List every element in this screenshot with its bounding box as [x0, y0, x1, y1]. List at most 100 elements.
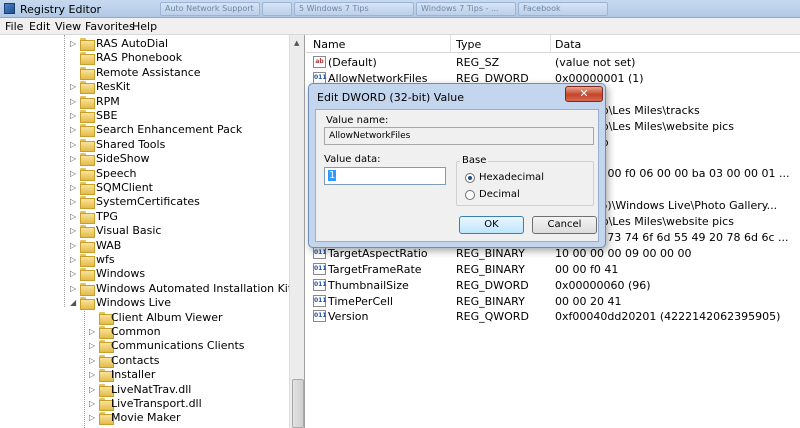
background-tab-4[interactable]: Windows 7 Tips - ... [416, 2, 516, 16]
menu-help[interactable]: Help [132, 20, 157, 33]
expand-arrow-icon[interactable]: ▷ [70, 212, 78, 221]
tree-item[interactable]: ▷ TPG [0, 210, 289, 224]
tree-item[interactable]: ▷ RAS AutoDial [0, 37, 289, 51]
background-tab-5[interactable]: Facebook [518, 2, 608, 16]
tree-item[interactable]: Remote Assistance [0, 66, 289, 80]
tree-item[interactable]: ▷ Shared Tools [0, 138, 289, 152]
tree-item[interactable]: ◢ Windows Live [0, 296, 289, 311]
tree-item-label[interactable]: Windows Automated Installation Kit [96, 282, 292, 295]
background-tab-2[interactable] [262, 2, 292, 16]
tree-item-label[interactable]: Windows [96, 267, 145, 280]
tree-item-label[interactable]: Client Album Viewer [111, 311, 222, 324]
cancel-button[interactable]: Cancel [532, 216, 597, 234]
expand-arrow-icon[interactable] [89, 314, 97, 322]
tree-item-label[interactable]: Windows Live [96, 296, 171, 309]
tree-item[interactable]: ▷ SideShow [0, 152, 289, 167]
tree-item-label[interactable]: SQMClient [96, 181, 153, 194]
tree-item-label[interactable]: Communications Clients [111, 339, 245, 352]
tree-item[interactable]: ▷ WAB [0, 239, 289, 253]
close-button[interactable]: ✕ [565, 86, 603, 102]
tree-item-label[interactable]: LiveTransport.dll [111, 397, 202, 410]
tree-item[interactable]: ▷ wfs [0, 253, 289, 267]
expand-arrow-icon[interactable]: ▷ [70, 241, 78, 250]
tree-item-label[interactable]: SideShow [96, 152, 149, 165]
tree-item[interactable]: ▷ Windows [0, 267, 289, 282]
tree-item-label[interactable]: WAB [96, 239, 121, 252]
tree-item-label[interactable]: SBE [96, 109, 117, 122]
tree-item-label[interactable]: wfs [96, 253, 115, 266]
expand-arrow-icon[interactable]: ▷ [70, 169, 78, 178]
tree-item[interactable]: ▷ SBE [0, 109, 289, 123]
decimal-radio[interactable] [465, 190, 475, 200]
tree-child-item[interactable]: ▷ Installer [0, 368, 289, 383]
value-row[interactable]: 011 TimePerCell REG_BINARY 00 00 20 41 [306, 293, 800, 309]
expand-arrow-icon[interactable]: ▷ [89, 385, 97, 394]
expand-arrow-icon[interactable]: ▷ [70, 40, 78, 48]
tree-item-label[interactable]: TPG [96, 210, 118, 223]
tree-item[interactable]: ▷ SystemCertificates [0, 195, 289, 210]
tree-item-label[interactable]: Shared Tools [96, 138, 165, 151]
column-header-data[interactable]: Data [555, 38, 581, 51]
expand-arrow-icon[interactable]: ▷ [89, 400, 97, 408]
tree-child-item[interactable]: ▷ Contacts [0, 354, 289, 368]
column-separator[interactable] [450, 35, 451, 53]
tree-item-label[interactable]: Installer [111, 368, 155, 381]
expand-arrow-icon[interactable]: ▷ [70, 184, 78, 192]
tree-item[interactable]: ▷ Speech [0, 167, 289, 181]
tree-item-label[interactable]: Common [111, 325, 161, 338]
tree-child-item[interactable]: ▷ LiveNatTrav.dll [0, 383, 289, 397]
tree-item-label[interactable]: Movie Maker [111, 411, 181, 424]
expand-arrow-icon[interactable]: ◢ [70, 299, 78, 307]
registry-tree[interactable]: ▷ RAS AutoDial RAS Phonebook Remote Assista… [0, 35, 305, 428]
expand-arrow-icon[interactable]: ▷ [89, 414, 97, 422]
hexadecimal-label[interactable]: Hexadecimal [479, 172, 544, 183]
tree-item-label[interactable]: LiveNatTrav.dll [111, 383, 191, 396]
menu-edit[interactable]: Edit [29, 20, 50, 33]
tree-item[interactable]: ▷ SQMClient [0, 181, 289, 195]
tree-item[interactable]: ▷ Windows Automated Installation Kit [0, 282, 292, 296]
expand-arrow-icon[interactable]: ▷ [70, 83, 78, 91]
expand-arrow-icon[interactable]: ▷ [70, 126, 78, 134]
tree-item-label[interactable]: RAS AutoDial [96, 37, 168, 50]
scroll-up-icon[interactable]: ▲ [294, 39, 299, 47]
expand-arrow-icon[interactable]: ▷ [89, 342, 97, 350]
expand-arrow-icon[interactable]: ▷ [70, 270, 78, 278]
expand-arrow-icon[interactable] [70, 69, 78, 77]
decimal-label[interactable]: Decimal [479, 189, 520, 200]
value-row[interactable]: 011 Version REG_QWORD 0xf00040dd20201 (4222… [306, 308, 800, 324]
tree-item-label[interactable]: Speech [96, 167, 137, 180]
expand-arrow-icon[interactable]: ▷ [70, 227, 78, 235]
expand-arrow-icon[interactable]: ▷ [89, 328, 97, 336]
menu-file[interactable]: File [5, 20, 23, 33]
tree-item-label[interactable]: Remote Assistance [96, 66, 201, 79]
value-row[interactable]: 011 TargetFrameRate REG_BINARY 00 00 f0 41 [306, 261, 800, 277]
tree-item-label[interactable]: SystemCertificates [96, 195, 200, 208]
value-row[interactable]: 011 ThumbnailSize REG_DWORD 0x00000060 (96) [306, 277, 800, 293]
tree-item[interactable]: ▷ RPM [0, 95, 289, 109]
tree-item-label[interactable]: ResKit [96, 80, 130, 93]
expand-arrow-icon[interactable]: ▷ [89, 371, 97, 379]
expand-arrow-icon[interactable] [70, 54, 78, 62]
tree-child-item[interactable]: Client Album Viewer [0, 311, 289, 325]
expand-arrow-icon[interactable]: ▷ [70, 97, 78, 106]
expand-arrow-icon[interactable]: ▷ [70, 112, 78, 120]
menu-view[interactable]: View [55, 20, 81, 33]
ok-button[interactable]: OK [459, 216, 524, 234]
tree-child-item[interactable]: ▷ Movie Maker [0, 411, 289, 426]
tree-item-label[interactable]: Visual Basic [96, 224, 161, 237]
column-header-type[interactable]: Type [456, 38, 481, 51]
tree-child-item[interactable]: ▷ Common [0, 325, 289, 339]
tree-item-label[interactable]: Search Enhancement Pack [96, 123, 242, 136]
expand-arrow-icon[interactable]: ▷ [70, 256, 78, 264]
expand-arrow-icon[interactable]: ▷ [70, 198, 78, 206]
tree-child-item[interactable]: ▷ Communications Clients [0, 339, 289, 354]
tree-item-label[interactable]: Contacts [111, 354, 160, 367]
tree-item[interactable]: ▷ ResKit [0, 80, 289, 95]
scrollbar-thumb[interactable] [292, 379, 304, 428]
hexadecimal-radio[interactable] [465, 173, 475, 183]
value-data-input[interactable]: 1 [324, 167, 446, 185]
expand-arrow-icon[interactable]: ▷ [70, 284, 78, 293]
expand-arrow-icon[interactable]: ▷ [70, 140, 78, 149]
tree-item-label[interactable]: RAS Phonebook [96, 51, 182, 64]
expand-arrow-icon[interactable]: ▷ [70, 155, 78, 163]
